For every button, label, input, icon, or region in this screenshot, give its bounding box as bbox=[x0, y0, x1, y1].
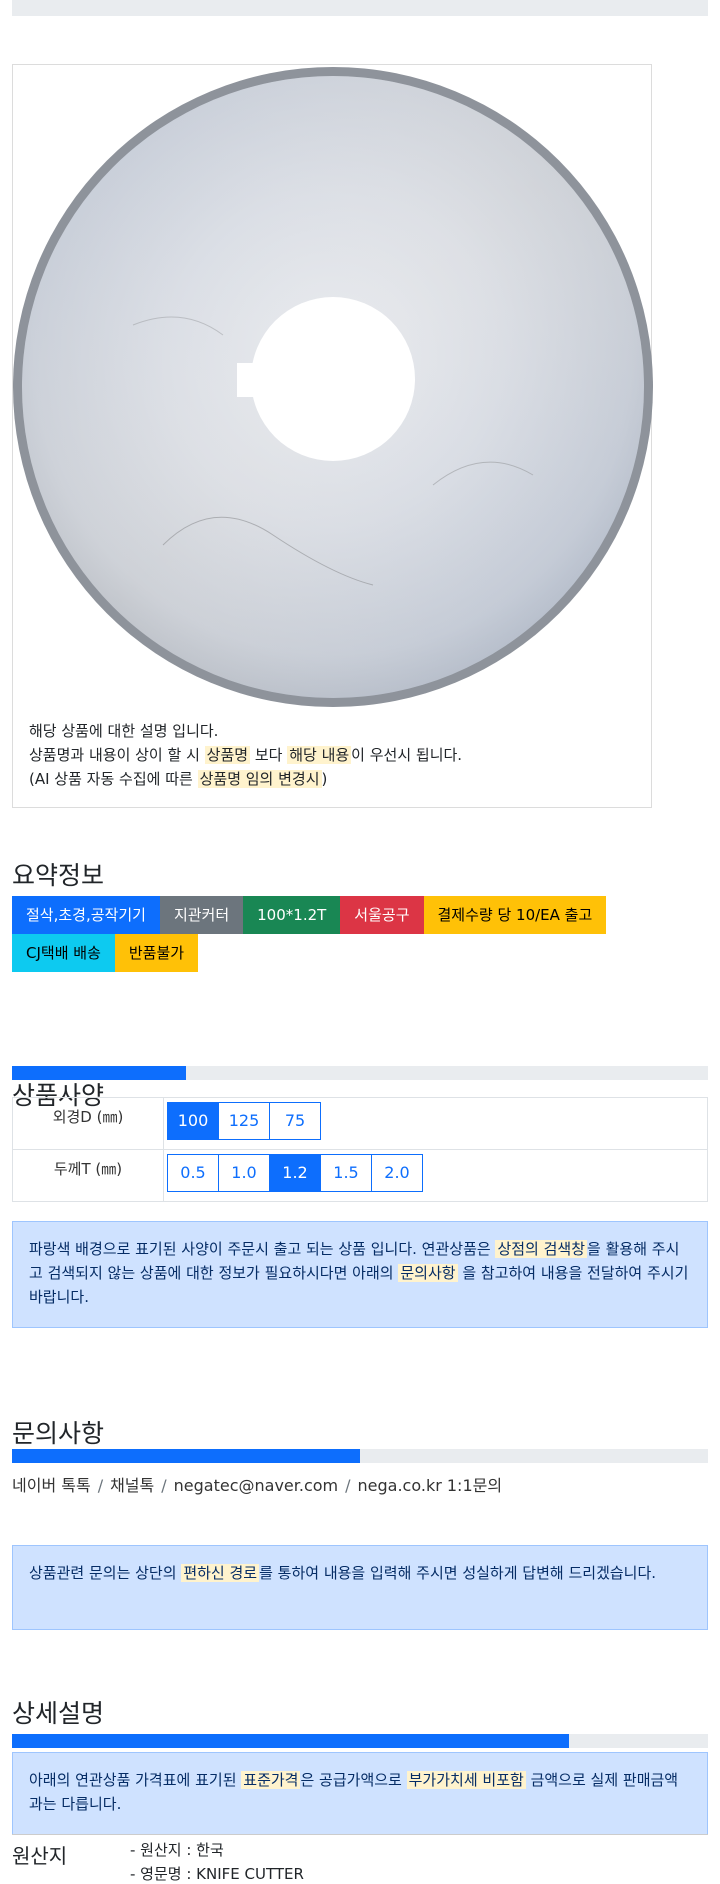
inquiry-title: 문의사항 bbox=[12, 1419, 105, 1448]
caption-highlight: 상품명 임의 변경시 bbox=[197, 770, 322, 788]
outer-diameter-label: 외경D (㎜) bbox=[12, 1097, 164, 1150]
contact-separator: / bbox=[345, 1476, 351, 1495]
spec-row-thickness: 두께T (㎜) 0.5 1.0 1.2 1.5 2.0 bbox=[12, 1149, 708, 1202]
summary-badge: 서울공구 bbox=[340, 896, 424, 934]
notice-highlight: 편하신 경로 bbox=[181, 1564, 260, 1582]
thickness-options: 0.5 1.0 1.2 1.5 2.0 bbox=[164, 1150, 707, 1196]
detail-progress-fill bbox=[12, 1734, 569, 1748]
notice-text: 아래의 연관상품 가격표에 표기된 bbox=[29, 1771, 242, 1789]
blade-keyway bbox=[237, 363, 263, 397]
contact-separator: / bbox=[97, 1476, 104, 1495]
contact-link[interactable]: negatec@naver.com bbox=[174, 1476, 338, 1495]
notice-text: 상품관련 문의는 상단의 bbox=[29, 1564, 182, 1582]
inquiry-progress-fill bbox=[12, 1449, 360, 1463]
summary-title: 요약정보 bbox=[12, 861, 105, 890]
thickness-option-button[interactable]: 1.2 bbox=[269, 1154, 321, 1192]
caption-highlight: 해당 내용 bbox=[287, 746, 352, 764]
caption-text: 보다 bbox=[250, 746, 288, 764]
notice-text: 를 통하여 내용을 입력해 주시면 성실하게 답변해 드리겠습니다. bbox=[259, 1564, 657, 1582]
detail-title: 상세설명 bbox=[12, 1699, 105, 1728]
summary-badge: CJ택배 배송 bbox=[12, 934, 115, 972]
outer-diameter-option-button[interactable]: 100 bbox=[167, 1102, 219, 1140]
notice-highlight: 상점의 검색창 bbox=[495, 1240, 588, 1258]
blade-arbor-hole bbox=[251, 297, 415, 461]
origin-item: - 원산지 : 한국 bbox=[130, 1841, 224, 1859]
summary-badge: 지관커터 bbox=[159, 896, 244, 934]
contact-link[interactable]: 채널톡 bbox=[110, 1476, 154, 1495]
origin-label: 원산지 bbox=[12, 1844, 68, 1868]
image-caption: 해당 상품에 대한 설명 입니다. 상품명과 내용이 상이 할 시 상품명 보다… bbox=[29, 719, 462, 791]
caption-text: 이 우선시 됩니다. bbox=[351, 746, 463, 764]
detail-progress-bar bbox=[12, 1734, 708, 1748]
specs-progress-bar bbox=[12, 1066, 708, 1080]
thickness-option-button[interactable]: 0.5 bbox=[167, 1154, 219, 1192]
outer-diameter-options-cell: 100 125 75 bbox=[163, 1097, 708, 1150]
origin-item: - 영문명 : KNIFE CUTTER bbox=[130, 1865, 304, 1883]
inquiry-notice: 상품관련 문의는 상단의 편하신 경로 를 통하여 내용을 입력해 주시면 성실하… bbox=[12, 1545, 708, 1630]
inquiry-progress-bar bbox=[12, 1449, 708, 1463]
origin-divider bbox=[12, 1834, 708, 1835]
summary-badges: 절삭,초경,공작기기 지관커터 100*1.2T 서울공구 결제수량 당 10/EA 출… bbox=[12, 896, 708, 972]
thickness-option-button[interactable]: 1.5 bbox=[320, 1154, 372, 1192]
outer-diameter-options: 100 125 75 bbox=[164, 1098, 707, 1144]
thickness-options-cell: 0.5 1.0 1.2 1.5 2.0 bbox=[163, 1149, 708, 1202]
caption-highlight: 상품명 bbox=[204, 746, 251, 764]
detail-notice: 아래의 연관상품 가격표에 표기된 표준가격 은 공급가액으로 부가가치세 비포함… bbox=[12, 1752, 708, 1835]
caption-text: (AI 상품 자동 수집에 따른 bbox=[29, 770, 198, 788]
notice-text: 은 공급가액으로 bbox=[300, 1771, 407, 1789]
contact-separator: / bbox=[161, 1476, 167, 1495]
thickness-option-button[interactable]: 2.0 bbox=[371, 1154, 423, 1192]
top-bar bbox=[12, 0, 708, 16]
contact-links: 네이버 톡톡 / 채널톡 / negatec@naver.com / nega.co.kr … bbox=[12, 1472, 502, 1496]
caption-line-3: (AI 상품 자동 수집에 따른 상품명 임의 변경시) bbox=[29, 767, 462, 791]
notice-highlight: 부가가치세 비포함 bbox=[406, 1771, 526, 1789]
contact-link[interactable]: nega.co.kr 1:1문의 bbox=[358, 1476, 503, 1495]
notice-highlight: 표준가격 bbox=[241, 1771, 301, 1789]
thickness-option-button[interactable]: 1.0 bbox=[218, 1154, 270, 1192]
caption-text: ) bbox=[321, 770, 328, 788]
contact-link[interactable]: 네이버 톡톡 bbox=[12, 1476, 91, 1495]
summary-badge: 절삭,초경,공작기기 bbox=[12, 896, 160, 934]
specs-notice: 파랑색 배경으로 표기된 사양이 주문시 출고 되는 상품 입니다. 연관상품은… bbox=[12, 1221, 708, 1328]
summary-badge: 반품불가 bbox=[114, 934, 199, 972]
spec-row-outer: 외경D (㎜) 100 125 75 bbox=[12, 1097, 708, 1150]
summary-badge: 결제수량 당 10/EA 출고 bbox=[423, 896, 607, 934]
outer-diameter-option-button[interactable]: 125 bbox=[218, 1102, 270, 1140]
product-image bbox=[13, 67, 653, 707]
caption-line-2: 상품명과 내용이 상이 할 시 상품명 보다 해당 내용 이 우선시 됩니다. bbox=[29, 743, 462, 767]
spec-table: 외경D (㎜) 100 125 75 두께T (㎜) 0.5 1.0 1.2 1.5 2.0 bbox=[12, 1097, 708, 1202]
notice-highlight: 문의사항 bbox=[398, 1264, 458, 1282]
outer-diameter-option-button[interactable]: 75 bbox=[269, 1102, 321, 1140]
origin-list: - 원산지 : 한국 - 영문명 : KNIFE CUTTER bbox=[130, 1838, 304, 1884]
summary-badge: 100*1.2T bbox=[243, 896, 341, 934]
notice-text: 파랑색 배경으로 표기된 사양이 주문시 출고 되는 상품 입니다. 연관상품은 bbox=[29, 1240, 496, 1258]
thickness-label: 두께T (㎜) bbox=[12, 1149, 164, 1202]
caption-text: 상품명과 내용이 상이 할 시 bbox=[29, 746, 205, 764]
product-image-card: 해당 상품에 대한 설명 입니다. 상품명과 내용이 상이 할 시 상품명 보다… bbox=[12, 64, 653, 808]
caption-line-1: 해당 상품에 대한 설명 입니다. bbox=[29, 722, 219, 740]
